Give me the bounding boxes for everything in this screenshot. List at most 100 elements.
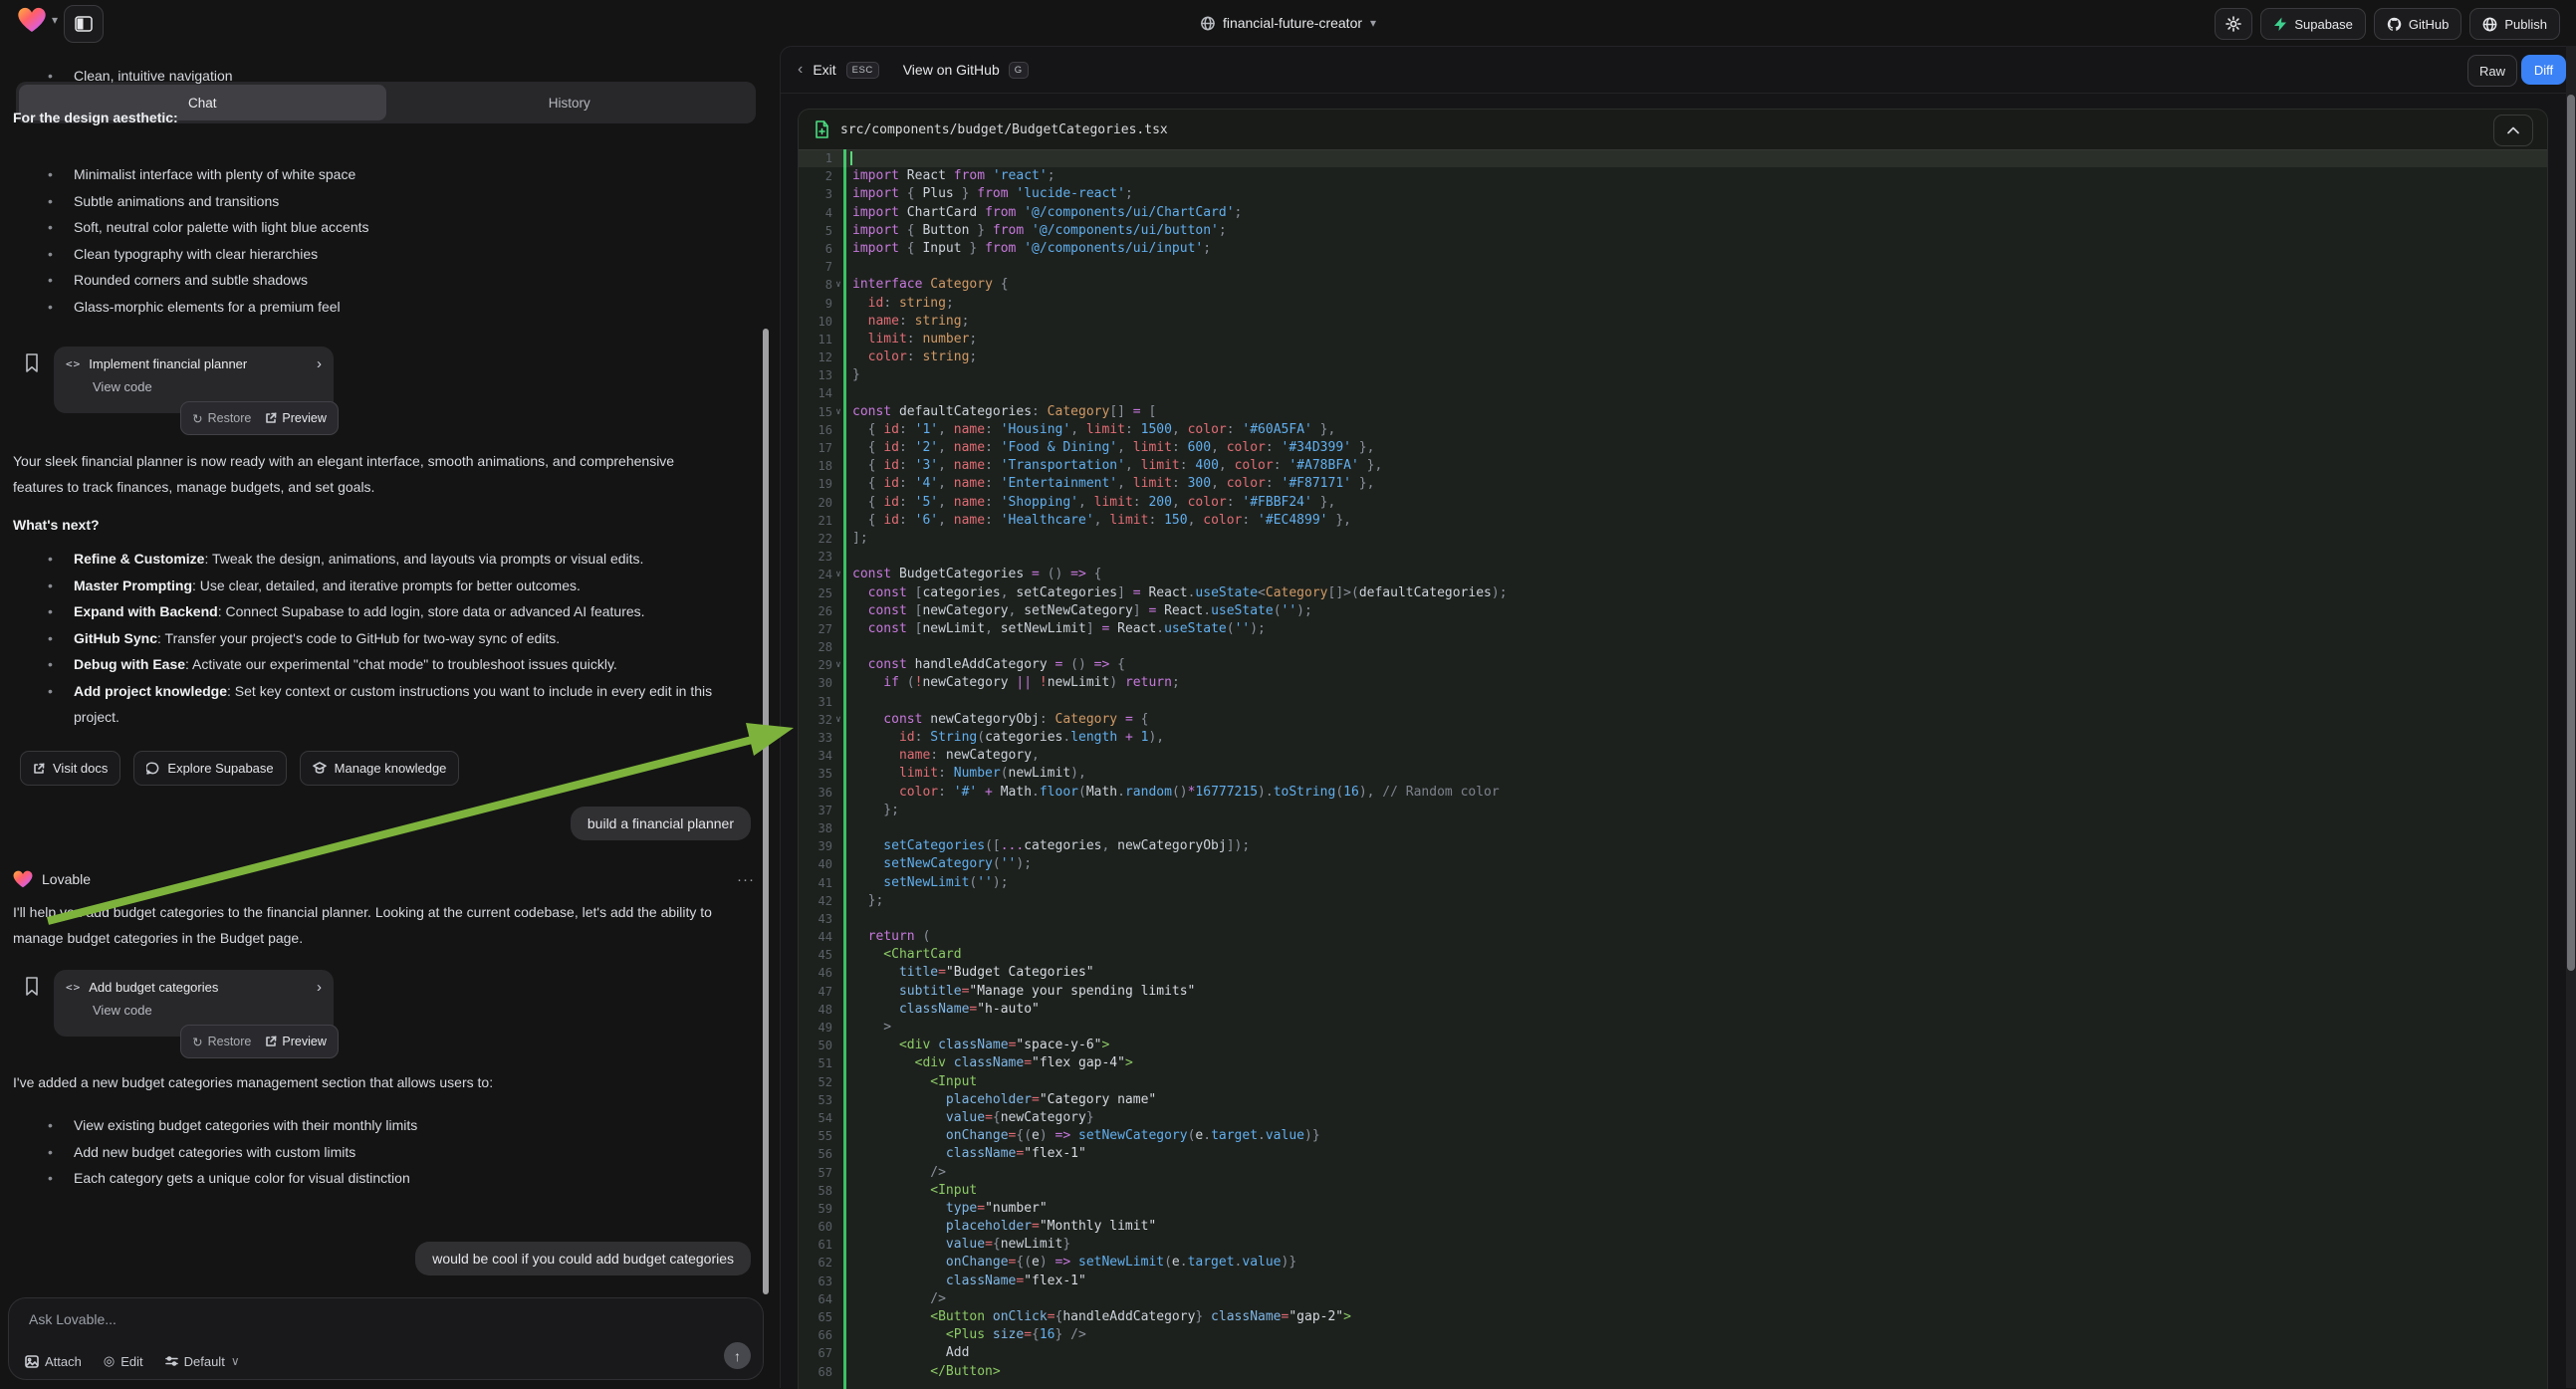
bookmark-icon[interactable] bbox=[24, 353, 40, 373]
supabase-label: Supabase bbox=[2294, 17, 2353, 32]
chat-bubble-icon bbox=[146, 762, 159, 775]
view-on-github-link[interactable]: View on GitHub bbox=[903, 62, 1000, 78]
code-line: 22]; bbox=[799, 530, 2547, 548]
chat-scrollbar-thumb[interactable] bbox=[763, 329, 769, 1294]
line-number: 66 bbox=[799, 1326, 832, 1344]
model-selector[interactable]: Default ∨ bbox=[165, 1354, 240, 1369]
line-number: 47 bbox=[799, 983, 832, 1001]
chevron-down-icon: ∨ bbox=[231, 1355, 240, 1367]
restore-button[interactable]: ↻ Restore bbox=[192, 411, 251, 426]
attach-button[interactable]: Attach bbox=[25, 1354, 82, 1369]
code-line: 45 <ChartCard bbox=[799, 946, 2547, 964]
publish-button[interactable]: Publish bbox=[2469, 8, 2560, 40]
panel-icon bbox=[75, 16, 93, 32]
logo-chevron-down-icon[interactable]: ▾ bbox=[52, 14, 58, 26]
send-button[interactable]: ↑ bbox=[724, 1342, 751, 1369]
assistant-header: Lovable ··· bbox=[13, 870, 755, 888]
line-number: 52 bbox=[799, 1073, 832, 1091]
page-scrollbar-thumb[interactable] bbox=[2567, 95, 2575, 971]
code-line: 33 id: String(categories.length + 1), bbox=[799, 729, 2547, 747]
line-number: 67 bbox=[799, 1344, 832, 1362]
fold-chevron-icon[interactable]: ∨ bbox=[832, 656, 844, 674]
list-item: Clean, intuitive navigation bbox=[74, 63, 731, 90]
code-line: 21 { id: '6', name: 'Healthcare', limit:… bbox=[799, 512, 2547, 530]
collapse-file-button[interactable] bbox=[2493, 115, 2533, 146]
line-number: 32 bbox=[799, 711, 832, 729]
globe-icon bbox=[1200, 16, 1215, 31]
file-plus-icon bbox=[815, 120, 829, 138]
project-selector[interactable]: financial-future-creator ▾ bbox=[1200, 0, 1376, 46]
code-line: 64 /> bbox=[799, 1290, 2547, 1308]
restore-button[interactable]: ↻ Restore bbox=[192, 1035, 251, 1049]
line-number: 34 bbox=[799, 747, 832, 765]
line-number: 51 bbox=[799, 1054, 832, 1072]
visit-docs-button[interactable]: Visit docs bbox=[20, 751, 120, 786]
exit-button[interactable]: Exit bbox=[813, 62, 835, 78]
esc-kbd: ESC bbox=[846, 62, 879, 79]
edit-mode-button[interactable]: ◎ Edit bbox=[104, 1353, 143, 1369]
code-line: 58 <Input bbox=[799, 1182, 2547, 1200]
code-line: 41 setNewLimit(''); bbox=[799, 874, 2547, 892]
diff-toggle-button[interactable]: Diff bbox=[2521, 55, 2566, 85]
fold-chevron-icon[interactable]: ∨ bbox=[832, 711, 844, 729]
bookmark-icon[interactable] bbox=[24, 977, 40, 997]
added-bullet-list: View existing budget categories with the… bbox=[13, 1112, 731, 1192]
line-number: 7 bbox=[799, 258, 832, 276]
code-line: 32∨ const newCategoryObj: Category = { bbox=[799, 711, 2547, 729]
line-number: 21 bbox=[799, 512, 832, 530]
toggle-sidebar-button[interactable] bbox=[64, 5, 104, 43]
list-item: Add project knowledge: Set key context o… bbox=[74, 678, 731, 731]
message-menu-icon[interactable]: ··· bbox=[737, 871, 755, 888]
code-line: 67 Add bbox=[799, 1344, 2547, 1362]
line-number: 28 bbox=[799, 638, 832, 656]
manage-knowledge-button[interactable]: Manage knowledge bbox=[300, 751, 460, 786]
external-link-icon bbox=[33, 763, 45, 775]
version-actions: ↻ Restore Preview bbox=[180, 1025, 339, 1058]
settings-button[interactable] bbox=[2215, 8, 2252, 40]
code-line: 47 subtitle="Manage your spending limits… bbox=[799, 983, 2547, 1001]
lovable-logo-icon[interactable] bbox=[18, 7, 46, 33]
quick-actions-row: Visit docs Explore Supabase Manage knowl… bbox=[20, 751, 459, 786]
fold-chevron-icon[interactable]: ∨ bbox=[832, 403, 844, 421]
code-line: 65 <Button onClick={handleAddCategory} c… bbox=[799, 1308, 2547, 1326]
view-code-link[interactable]: View code bbox=[93, 379, 322, 394]
chevron-up-icon bbox=[2507, 126, 2519, 134]
code-line: 8∨interface Category { bbox=[799, 276, 2547, 294]
assistant-paragraph-3: I've added a new budget categories manag… bbox=[13, 1069, 755, 1095]
code-line: 63 className="flex-1" bbox=[799, 1273, 2547, 1290]
list-item: Each category gets a unique color for vi… bbox=[74, 1165, 731, 1192]
supabase-button[interactable]: Supabase bbox=[2260, 8, 2366, 40]
view-code-link[interactable]: View code bbox=[93, 1003, 322, 1018]
fold-chevron-icon[interactable]: ∨ bbox=[832, 566, 844, 583]
explore-supabase-button[interactable]: Explore Supabase bbox=[133, 751, 286, 786]
list-item: Refine & Customize: Tweak the design, an… bbox=[74, 546, 731, 573]
publish-globe-icon bbox=[2482, 17, 2497, 32]
github-button[interactable]: GitHub bbox=[2374, 8, 2461, 40]
tab-history[interactable]: History bbox=[386, 85, 754, 120]
code-editor: 12import React from 'react';3import { Pl… bbox=[799, 149, 2547, 1389]
line-number: 64 bbox=[799, 1290, 832, 1308]
code-line: 36 color: '#' + Math.floor(Math.random()… bbox=[799, 784, 2547, 802]
line-number: 38 bbox=[799, 819, 832, 837]
raw-toggle-button[interactable]: Raw bbox=[2467, 55, 2517, 87]
design-heading: For the design aesthetic: bbox=[13, 105, 178, 130]
list-item: Subtle animations and transitions bbox=[74, 188, 731, 215]
line-number: 50 bbox=[799, 1037, 832, 1054]
line-number: 4 bbox=[799, 204, 832, 222]
line-number: 39 bbox=[799, 837, 832, 855]
code-line: 50 <div className="space-y-6"> bbox=[799, 1037, 2547, 1054]
code-line: 29∨ const handleAddCategory = () => { bbox=[799, 656, 2547, 674]
code-icon: <> bbox=[66, 981, 81, 994]
page-scrollbar[interactable] bbox=[2566, 46, 2576, 1388]
line-number: 35 bbox=[799, 765, 832, 783]
fold-chevron-icon[interactable]: ∨ bbox=[832, 276, 844, 294]
code-line: 11 limit: number; bbox=[799, 331, 2547, 348]
chat-input[interactable] bbox=[27, 1310, 628, 1328]
preview-button[interactable]: Preview bbox=[265, 411, 326, 425]
code-line: 37 }; bbox=[799, 802, 2547, 819]
assistant-paragraph-2: I'll help you add budget categories to t… bbox=[13, 899, 755, 951]
line-number: 53 bbox=[799, 1091, 832, 1109]
code-line: 5import { Button } from '@/components/ui… bbox=[799, 222, 2547, 240]
line-number: 43 bbox=[799, 910, 832, 928]
preview-button[interactable]: Preview bbox=[265, 1035, 326, 1048]
